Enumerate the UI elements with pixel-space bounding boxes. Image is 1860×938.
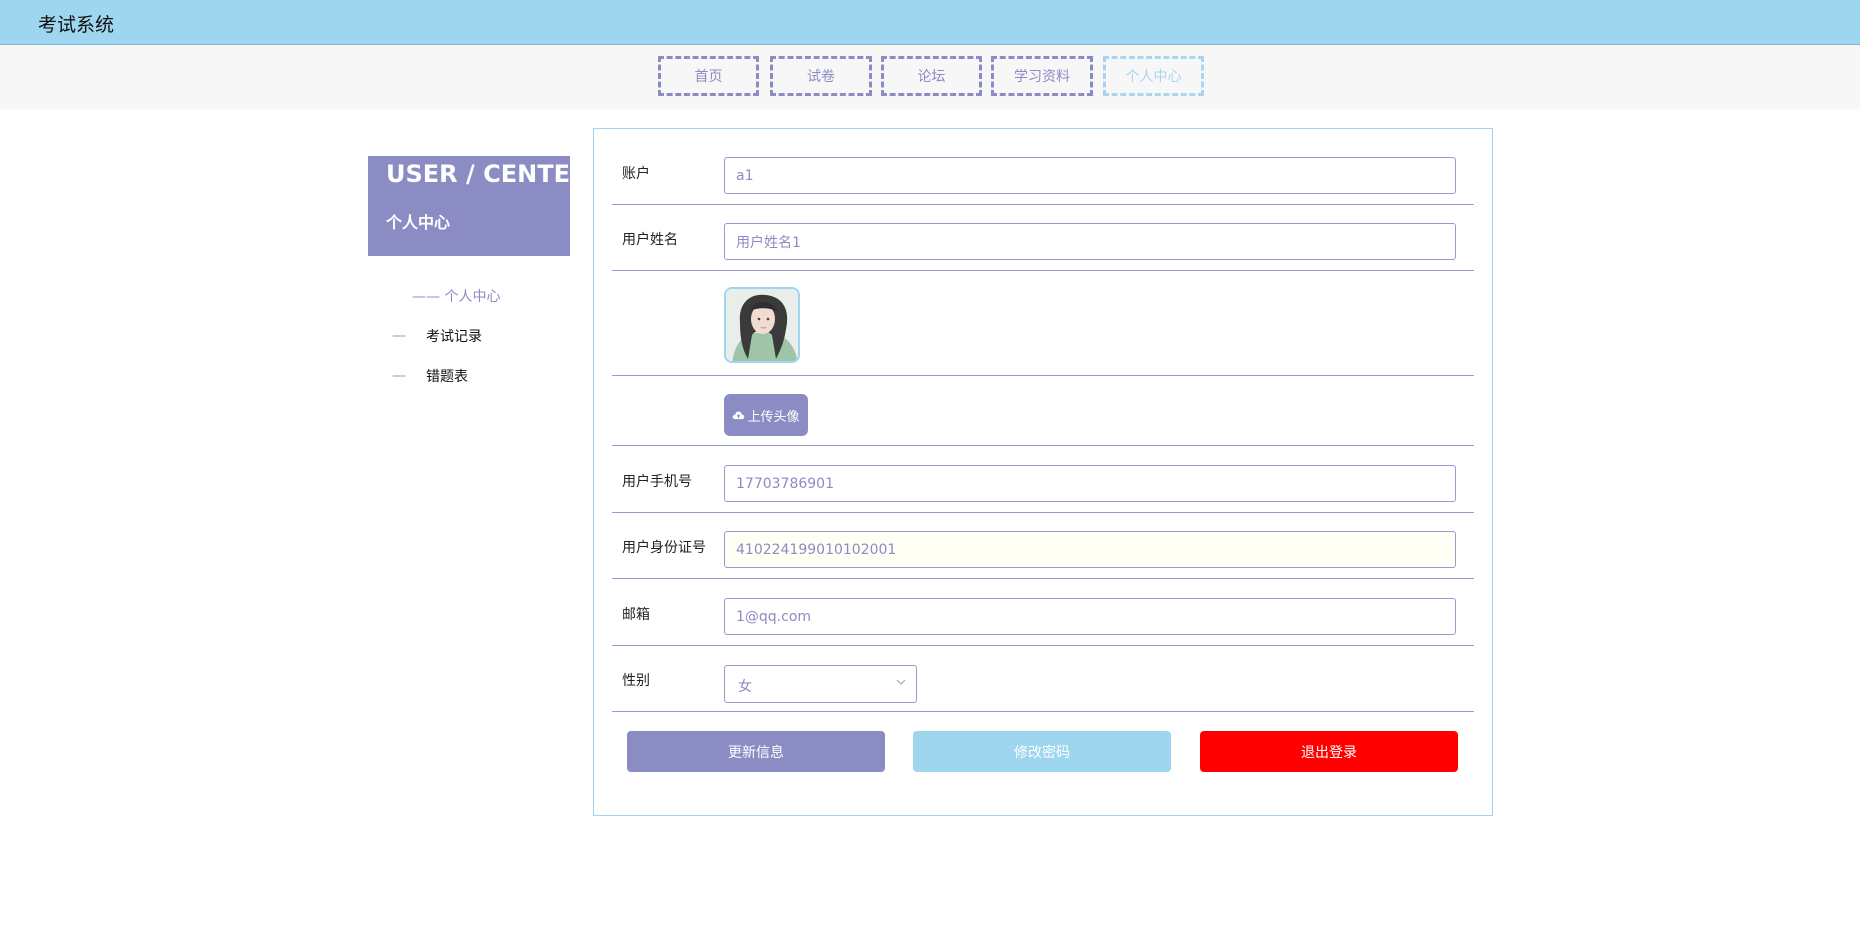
gender-select-value: 女 bbox=[738, 679, 752, 695]
sidebar-item-label: 错题表 bbox=[426, 369, 468, 385]
chevron-down-icon bbox=[896, 679, 906, 685]
sidebar-item-exam-records[interactable]: — 考试记录 bbox=[392, 324, 482, 348]
dash-icon: — bbox=[392, 328, 406, 344]
upload-avatar-button[interactable]: 上传头像 bbox=[724, 394, 808, 436]
form-row-upload: 上传头像 bbox=[612, 376, 1474, 446]
sidebar-title-en: USER / CENTER bbox=[386, 160, 589, 188]
tab-study-materials[interactable]: 学习资料 bbox=[991, 56, 1093, 96]
update-info-button[interactable]: 更新信息 bbox=[627, 731, 885, 772]
change-password-button[interactable]: 修改密码 bbox=[913, 731, 1171, 772]
form-row-id-card: 用户身份证号 bbox=[612, 513, 1474, 579]
sidebar-header: USER / CENTER 个人中心 bbox=[368, 156, 588, 256]
gender-label: 性别 bbox=[622, 673, 650, 689]
sidebar-item-user-center[interactable]: —— 个人中心 bbox=[412, 284, 500, 308]
sidebar-title-cn: 个人中心 bbox=[386, 213, 451, 232]
phone-label: 用户手机号 bbox=[622, 474, 692, 490]
upload-avatar-label: 上传头像 bbox=[747, 409, 800, 425]
logout-button[interactable]: 退出登录 bbox=[1200, 731, 1458, 772]
avatar bbox=[724, 287, 800, 363]
gender-select[interactable]: 女 bbox=[724, 665, 917, 703]
name-input[interactable] bbox=[724, 223, 1456, 260]
form-row-name: 用户姓名 bbox=[612, 205, 1474, 271]
cloud-upload-icon bbox=[733, 411, 745, 420]
tab-user-center[interactable]: 个人中心 bbox=[1103, 56, 1204, 96]
tab-exam-papers[interactable]: 试卷 bbox=[770, 56, 872, 96]
main-nav: 首页 试卷 论坛 学习资料 个人中心 bbox=[0, 45, 1860, 109]
top-bar: 考试系统 bbox=[0, 0, 1860, 45]
email-label: 邮箱 bbox=[622, 607, 650, 623]
account-input[interactable] bbox=[724, 157, 1456, 194]
email-input[interactable] bbox=[724, 598, 1456, 635]
app-title: 考试系统 bbox=[38, 14, 115, 36]
id-card-input[interactable] bbox=[724, 531, 1456, 568]
account-label: 账户 bbox=[622, 166, 650, 182]
tab-forum[interactable]: 论坛 bbox=[881, 56, 982, 96]
tab-home[interactable]: 首页 bbox=[658, 56, 759, 96]
form-row-account: 账户 bbox=[612, 129, 1474, 205]
form-row-email: 邮箱 bbox=[612, 579, 1474, 646]
name-label: 用户姓名 bbox=[622, 232, 678, 248]
profile-form-panel: 账户 用户姓名 上传头像 bbox=[593, 128, 1493, 816]
sidebar-item-label: 考试记录 bbox=[426, 329, 482, 345]
form-row-gender: 性别 女 bbox=[612, 646, 1474, 712]
sidebar-item-label: —— 个人中心 bbox=[412, 289, 501, 305]
id-card-label: 用户身份证号 bbox=[622, 540, 706, 556]
phone-input[interactable] bbox=[724, 465, 1456, 502]
form-row-phone: 用户手机号 bbox=[612, 446, 1474, 513]
sidebar-item-wrong-questions[interactable]: — 错题表 bbox=[392, 364, 468, 388]
form-row-avatar bbox=[612, 271, 1474, 376]
dash-icon: — bbox=[392, 368, 406, 384]
